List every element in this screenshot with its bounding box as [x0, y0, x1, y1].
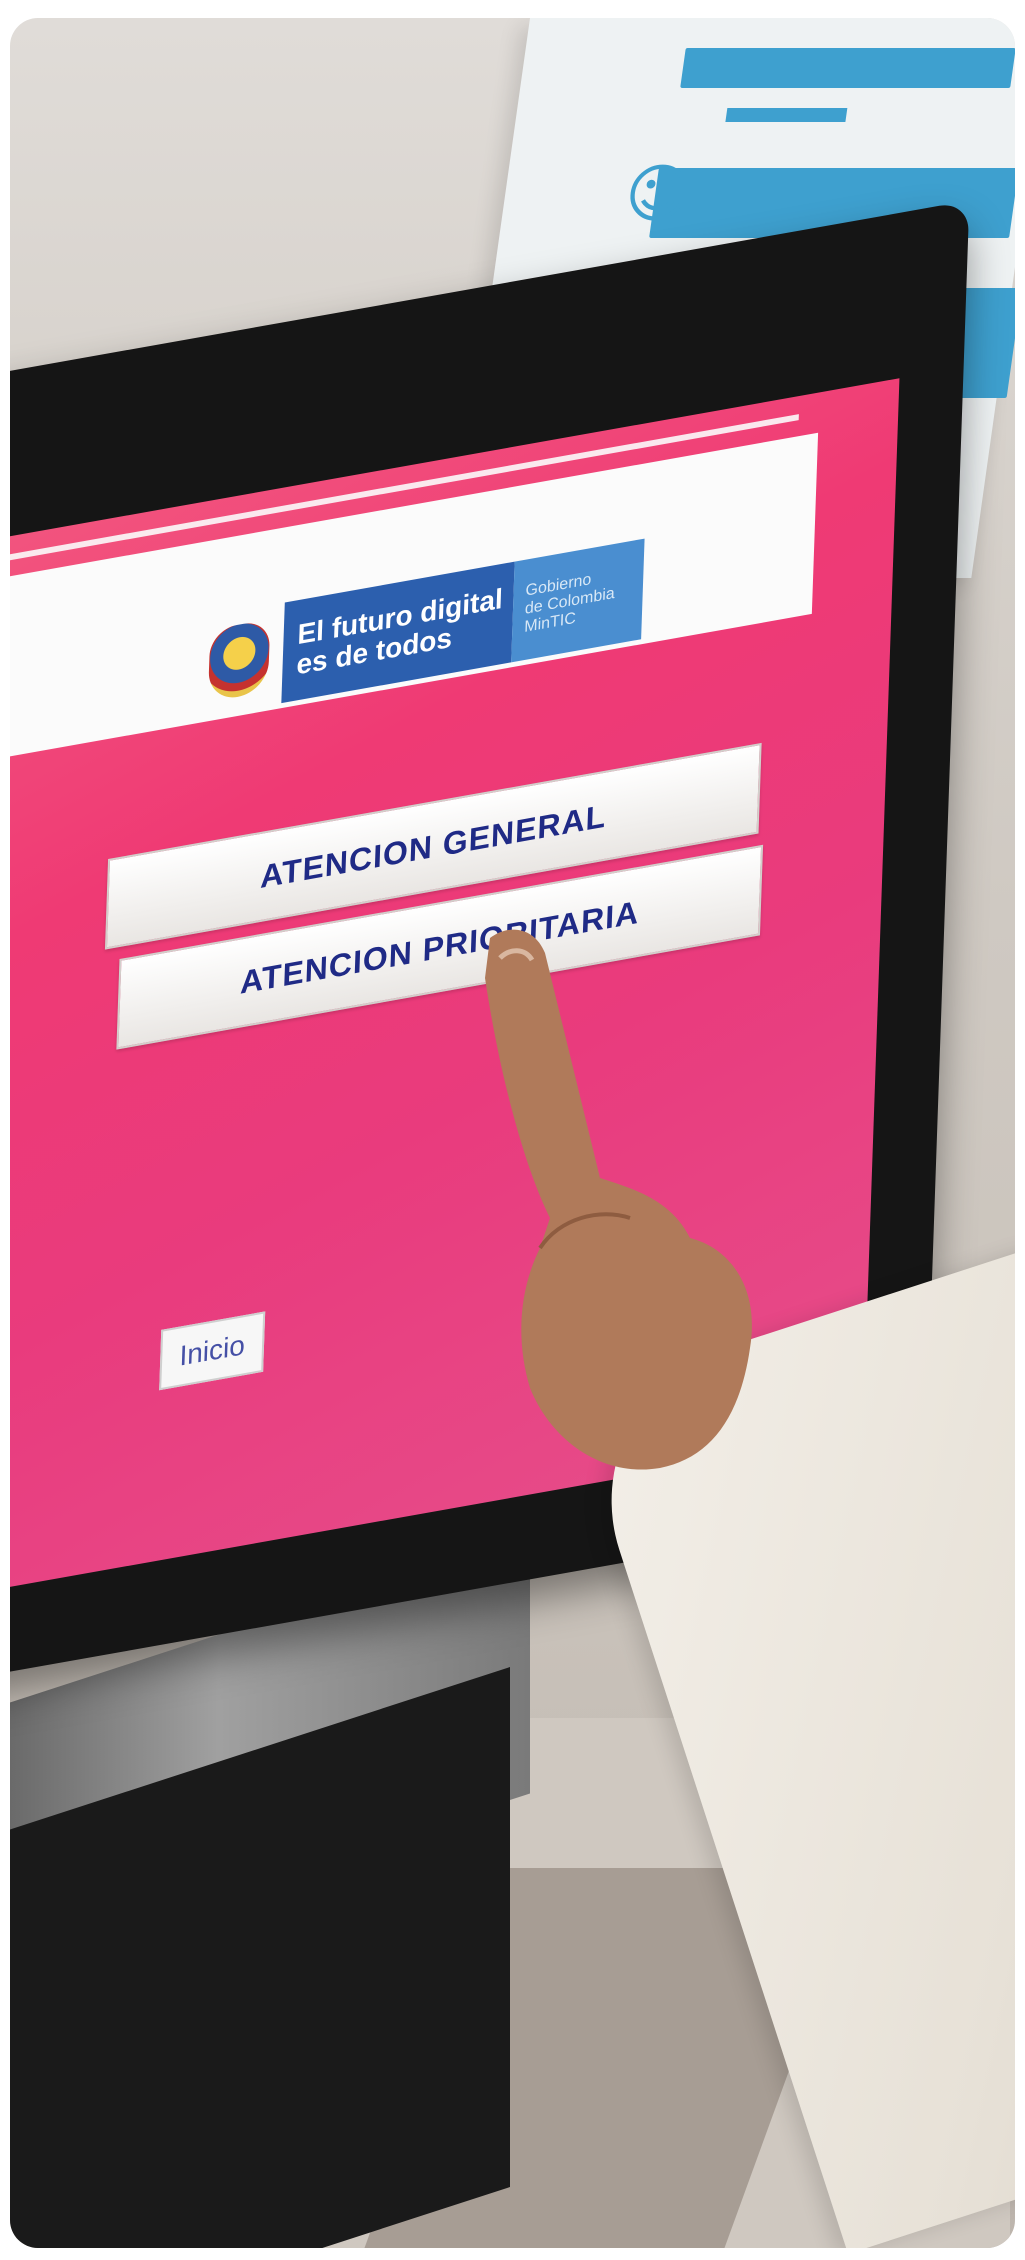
government-box: Gobierno de Colombia MinTIC: [511, 538, 645, 663]
pointing-hand: [485, 929, 752, 1470]
coat-of-arms-icon: [207, 619, 271, 703]
person-icon: ☺: [619, 158, 698, 232]
poster-bar: [680, 48, 1015, 88]
slogan-box: El futuro digital es de todos: [281, 561, 515, 704]
mintic-logo: El futuro digital es de todos Gobierno d…: [207, 534, 645, 722]
photo-frame: ☺ ♿ El futuro digital es de todos Gobier…: [10, 18, 1015, 2248]
home-button[interactable]: Inicio: [159, 1311, 266, 1391]
poster-bar: [725, 108, 848, 122]
